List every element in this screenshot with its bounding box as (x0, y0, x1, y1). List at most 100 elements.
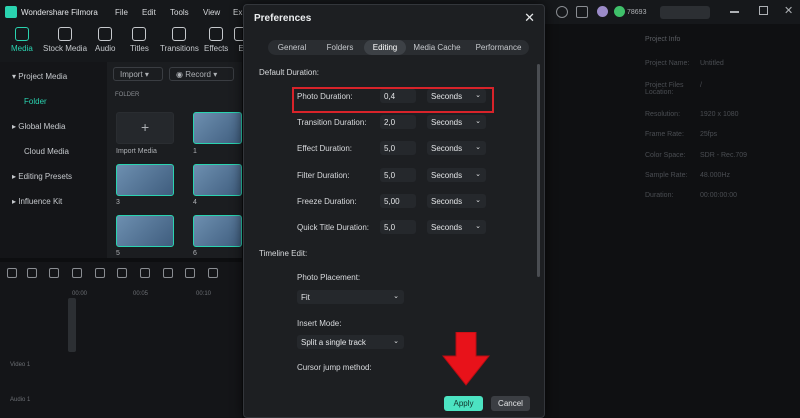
tab-media-cache[interactable]: Media Cache (406, 40, 468, 55)
cloud-icon[interactable] (576, 6, 588, 18)
minimize-icon[interactable] (730, 11, 739, 13)
track-handle[interactable] (68, 298, 76, 352)
transition-duration-unit-select[interactable]: Seconds ⌄ (427, 115, 486, 129)
tool-label: Media (11, 44, 33, 53)
tool-media[interactable]: Media (11, 27, 33, 53)
media-area: Import ▾ ◉ Record ▾ FOLDER + Import Medi… (107, 62, 242, 258)
sidebar-item-influence-kit[interactable]: ▸ Influence Kit (12, 197, 62, 206)
media-thumb-label: 4 (193, 199, 197, 206)
cut-icon[interactable] (117, 268, 127, 278)
tab-editing[interactable]: Editing (364, 40, 406, 55)
filter-duration-input[interactable]: 5,0 (380, 168, 416, 182)
scrollbar-thumb[interactable] (537, 64, 540, 277)
tool-titles[interactable]: Titles (130, 27, 149, 53)
select-tool-icon[interactable] (7, 268, 17, 278)
cursor-jump-label: Cursor jump method: (297, 363, 372, 372)
scrollbar[interactable] (537, 60, 541, 406)
chevron-down-icon: ⌄ (475, 144, 481, 151)
import-media-tile[interactable]: + (116, 112, 174, 144)
insert-mode-label: Insert Mode: (297, 319, 342, 328)
effect-duration-unit-select[interactable]: Seconds ⌄ (427, 141, 486, 155)
delete-icon[interactable] (95, 268, 105, 278)
project-info-heading: Project Info (645, 36, 681, 43)
sidebar-item-editing-presets[interactable]: ▸ Editing Presets (12, 172, 72, 181)
menu-view[interactable]: View (203, 8, 220, 17)
transition-duration-label: Transition Duration: (297, 118, 367, 127)
sidebar-item-label: Influence Kit (18, 197, 63, 206)
apply-button[interactable]: Apply (444, 396, 483, 411)
insert-mode-select[interactable]: Split a single track ⌄ (297, 335, 404, 349)
sidebar-item-folder[interactable]: Folder (24, 97, 47, 106)
menu-file[interactable]: File (115, 8, 128, 17)
sidebar-item-global-media[interactable]: ▸ Global Media (12, 122, 65, 131)
cancel-button[interactable]: Cancel (491, 396, 530, 411)
tab-folders[interactable]: Folders (316, 40, 364, 55)
import-button[interactable]: Import ▾ (113, 67, 163, 81)
record-button[interactable]: ◉ Record ▾ (169, 67, 234, 81)
menu-edit[interactable]: Edit (142, 8, 156, 17)
undo-icon[interactable] (49, 268, 59, 278)
tool-transitions[interactable]: Transitions (160, 27, 199, 53)
media-toolbar: Media Stock Media Audio Titles Transitio… (0, 24, 248, 62)
filter-duration-unit-select[interactable]: Seconds ⌄ (427, 168, 486, 182)
tab-performance[interactable]: Performance (468, 40, 529, 55)
maximize-icon[interactable] (759, 6, 768, 15)
sidebar-item-label: Project Media (18, 72, 68, 81)
freeze-duration-label: Freeze Duration: (297, 197, 357, 206)
menu-more[interactable]: Ex (233, 8, 242, 17)
effect-duration-input[interactable]: 5,0 (380, 141, 416, 155)
color-icon[interactable] (208, 268, 218, 278)
chevron-down-icon: ⌄ (475, 118, 481, 125)
media-thumb[interactable] (116, 164, 174, 196)
photo-placement-select[interactable]: Fit ⌄ (297, 290, 404, 304)
speed-icon[interactable] (185, 268, 195, 278)
quick-title-duration-label: Quick Title Duration: (297, 223, 370, 232)
avatar[interactable] (597, 6, 608, 17)
tool-stock-media[interactable]: Stock Media (43, 27, 87, 53)
track-label-video: Video 1 (10, 362, 31, 368)
red-arrow-down-icon (442, 332, 490, 386)
import-media-label: Import Media (116, 148, 157, 155)
media-thumb[interactable] (193, 215, 242, 247)
tool-audio[interactable]: Audio (95, 27, 115, 53)
photo-duration-unit-select[interactable]: Seconds ⌄ (427, 89, 486, 103)
redo-icon[interactable] (72, 268, 82, 278)
media-thumb[interactable] (193, 112, 242, 144)
media-icon (14, 27, 29, 41)
ai-tool-icon[interactable] (27, 268, 37, 278)
timeline-edit-heading: Timeline Edit: (259, 249, 308, 258)
unit-value: Seconds (431, 92, 463, 101)
text-icon[interactable] (140, 268, 150, 278)
chevron-down-icon: ⌄ (475, 223, 481, 230)
folder-heading: FOLDER (115, 92, 140, 98)
freeze-duration-input[interactable]: 5,00 (380, 194, 416, 208)
chevron-down-icon: ⌄ (393, 293, 399, 300)
export-button[interactable] (660, 6, 710, 19)
tool-effects[interactable]: Effects (204, 27, 228, 53)
tab-general[interactable]: General (268, 40, 316, 55)
sidebar-item-label: Editing Presets (18, 172, 73, 181)
select-value: Fit (301, 293, 310, 302)
titles-icon (132, 27, 147, 41)
headset-icon[interactable] (556, 6, 568, 18)
menu-tools[interactable]: Tools (170, 8, 189, 17)
select-value: Split a single track (301, 338, 366, 347)
credits-count: 78693 (627, 9, 647, 16)
chevron-down-icon: ⌄ (475, 171, 481, 178)
import-label: Import (120, 70, 143, 79)
freeze-duration-unit-select[interactable]: Seconds ⌄ (427, 194, 486, 208)
window-close-icon[interactable]: ✕ (784, 4, 793, 17)
info-label: Duration: (645, 192, 674, 199)
quick-title-duration-unit-select[interactable]: Seconds ⌄ (427, 220, 486, 234)
media-thumb-label: 3 (116, 199, 120, 206)
quick-title-duration-input[interactable]: 5,0 (380, 220, 416, 234)
sidebar-item-project-media[interactable]: ▾ Project Media (12, 72, 67, 81)
close-icon[interactable]: ✕ (524, 11, 535, 24)
media-thumb[interactable] (193, 164, 242, 196)
timeline-panel (0, 262, 242, 418)
transition-duration-input[interactable]: 2,0 (380, 115, 416, 129)
media-thumb[interactable] (116, 215, 174, 247)
crop-icon[interactable] (163, 268, 173, 278)
sidebar-item-cloud-media[interactable]: Cloud Media (24, 147, 69, 156)
photo-duration-input[interactable]: 0,4 (380, 89, 416, 103)
